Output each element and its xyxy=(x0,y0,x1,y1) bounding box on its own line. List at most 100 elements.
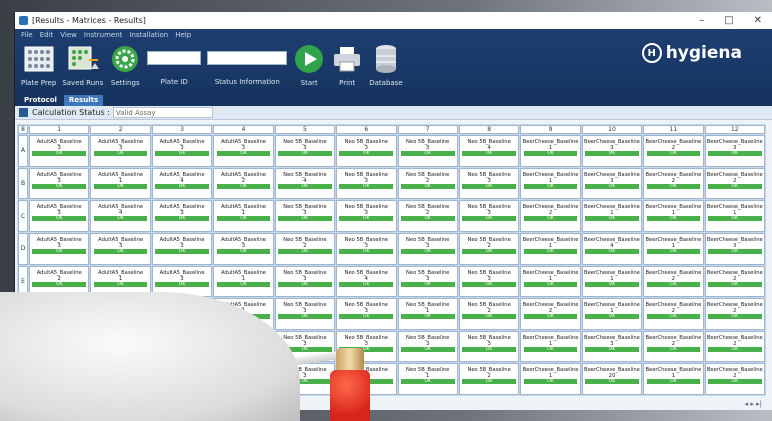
well[interactable]: BeerCheese_Baseline 2 OK xyxy=(520,298,581,330)
well[interactable]: BeerCheese_Baseline 2 OK xyxy=(704,363,765,395)
print-button[interactable]: Print xyxy=(331,43,363,87)
well[interactable]: Neo 5B_Baseline3OK xyxy=(458,167,520,200)
well[interactable]: BeerCheese_Baseline 20 OK xyxy=(581,363,643,395)
well[interactable]: BeerCheese_Baseline 1 OK xyxy=(581,265,643,298)
well[interactable]: AdultA5_Baseline1OK xyxy=(90,167,151,200)
well[interactable]: Neo 5B_Baseline3OK xyxy=(336,298,397,330)
well[interactable]: BeerCheese_Baseline 2 OK xyxy=(704,330,765,363)
tab-results[interactable]: Results xyxy=(63,95,104,106)
well[interactable]: BeerCheese_Baseline 1 OK xyxy=(520,330,581,363)
well[interactable]: Neo 5B_Baseline3OK xyxy=(458,200,520,232)
menu-help[interactable]: Help xyxy=(175,31,191,39)
menu-instrument[interactable]: Instrument xyxy=(84,31,123,39)
well[interactable]: BeerCheese_Baseline 4 OK xyxy=(581,232,643,265)
minimize-button[interactable]: – xyxy=(699,15,704,26)
well[interactable]: BeerCheese_Baseline 1 OK xyxy=(643,232,704,265)
plate-grid-icon xyxy=(23,43,55,75)
well[interactable]: AdultA5_Baseline3OK xyxy=(151,135,213,167)
tab-protocol[interactable]: Protocol xyxy=(19,95,62,106)
well[interactable]: Neo 5B_Baseline 1 OK xyxy=(397,363,458,395)
well[interactable]: AdultA5_Baseline3OK xyxy=(213,135,274,167)
well[interactable]: Neo 5B_Baseline 2 OK xyxy=(458,232,520,265)
well[interactable]: Neo 5B_Baseline 4 OK xyxy=(458,135,520,167)
well[interactable]: Neo 5B_Baseline 2 OK xyxy=(458,363,520,395)
well[interactable]: AdultA5_Baseline 4 OK xyxy=(151,167,213,200)
well[interactable]: Neo 5B_Baseline3OK xyxy=(274,298,336,330)
well[interactable]: BeerCheese_Baseline 3 OK xyxy=(704,135,765,167)
well[interactable]: BeerCheese_Baseline 1 OK xyxy=(520,232,581,265)
well[interactable]: BeerCheese_Baseline 1 OK xyxy=(581,298,643,330)
well[interactable]: BeerCheese_Baseline 2 OK xyxy=(643,265,704,298)
database-button[interactable]: Database xyxy=(369,43,403,87)
well[interactable]: BeerCheese_Baseline 3 OK xyxy=(581,135,643,167)
well[interactable]: BeerCheese_Baseline 3 OK xyxy=(704,232,765,265)
well[interactable]: AdultA5_Baseline3OK xyxy=(151,200,213,232)
well[interactable]: BeerCheese_Baseline 1 OK xyxy=(704,200,765,232)
menu-file[interactable]: File xyxy=(21,31,33,39)
well[interactable]: AdultA5_Baseline3OK xyxy=(213,232,274,265)
well[interactable]: AdultA5_Baseline 4 OK xyxy=(90,200,151,232)
menu-view[interactable]: View xyxy=(60,31,77,39)
well[interactable]: AdultA5_Baseline3OK xyxy=(90,135,151,167)
well[interactable]: Neo 5B_Baseline3OK xyxy=(336,200,397,232)
well[interactable]: Neo 5B_Baseline3OK xyxy=(397,330,458,363)
well-status-badge: OK xyxy=(462,248,516,254)
well[interactable]: BeerCheese_Baseline 2 OK xyxy=(643,298,704,330)
settings-button[interactable]: Settings xyxy=(109,43,141,87)
well[interactable]: BeerCheese_Baseline 2 OK xyxy=(520,200,581,232)
well[interactable]: Neo 5B_Baseline3OK xyxy=(336,135,397,167)
well[interactable]: Neo 5B_Baseline 2 OK xyxy=(397,200,458,232)
pager-controls[interactable]: ◂ ▸ ▸| xyxy=(745,400,762,408)
well[interactable]: BeerCheese_Baseline 2 OK xyxy=(643,135,704,167)
well[interactable]: BeerCheese_Baseline 1 OK xyxy=(520,167,581,200)
well[interactable]: Neo 5B_Baseline 2 OK xyxy=(397,167,458,200)
well[interactable]: AdultA5_Baseline3OK xyxy=(151,232,213,265)
well[interactable]: Neo 5B_Baseline3OK xyxy=(397,232,458,265)
well[interactable]: BeerCheese_Baseline 2 OK xyxy=(704,298,765,330)
well[interactable]: BeerCheese_Baseline 2 OK xyxy=(704,265,765,298)
well[interactable]: BeerCheese_Baseline 2 OK xyxy=(643,167,704,200)
well[interactable]: BeerCheese_Baseline 1 OK xyxy=(581,200,643,232)
well-status-badge: OK xyxy=(523,379,578,385)
well[interactable]: AdultA5_Baseline1OK xyxy=(213,200,274,232)
well-status-badge: OK xyxy=(707,379,762,385)
well[interactable]: Neo 5B_Baseline3OK xyxy=(397,135,458,167)
well[interactable]: AdultA5_Baseline3OK xyxy=(29,200,90,232)
well[interactable]: BeerCheese_Baseline 1 OK xyxy=(520,265,581,298)
well[interactable]: Neo 5B_Baseline3OK xyxy=(336,232,397,265)
well[interactable]: AdultA5_Baseline2OK xyxy=(213,167,274,200)
well[interactable]: BeerCheese_Baseline 2 OK xyxy=(643,330,704,363)
menu-installation[interactable]: Installation xyxy=(129,31,168,39)
well[interactable]: Neo 5B_Baseline 2 OK xyxy=(274,232,336,265)
well[interactable]: BeerCheese_Baseline 1 OK xyxy=(520,363,581,395)
well[interactable]: BeerCheese_Baseline 2 OK xyxy=(704,167,765,200)
plate-prep-button[interactable]: Plate Prep xyxy=(21,43,56,87)
close-button[interactable]: ✕ xyxy=(754,15,762,26)
well[interactable]: AdultA5_Baseline3OK xyxy=(29,167,90,200)
well[interactable]: AdultA5_Baseline3OK xyxy=(29,232,90,265)
well[interactable]: AdultA5_Baseline3OK xyxy=(29,135,90,167)
well[interactable]: Neo 5B_Baseline 4 OK xyxy=(274,167,336,200)
well[interactable]: Neo 5B_Baseline3OK xyxy=(458,265,520,298)
well[interactable]: Neo 5B_Baseline3OK xyxy=(274,265,336,298)
well[interactable]: Neo 5B_Baseline 4 OK xyxy=(336,265,397,298)
maximize-button[interactable]: □ xyxy=(724,15,733,26)
well[interactable]: BeerCheese_Baseline 1 OK xyxy=(643,363,704,395)
well[interactable]: Neo 5B_Baseline3OK xyxy=(274,200,336,232)
menu-edit[interactable]: Edit xyxy=(40,31,54,39)
well[interactable]: Neo 5B_Baseline 1 OK xyxy=(397,298,458,330)
well[interactable]: Neo 5B_Baseline3OK xyxy=(336,167,397,200)
start-button[interactable]: Start xyxy=(293,43,325,87)
well[interactable]: Neo 5B_Baseline3OK xyxy=(397,265,458,298)
well[interactable]: BeerCheese_Baseline 1 OK xyxy=(520,135,581,167)
well[interactable]: Neo 5B_Baseline 2 OK xyxy=(458,298,520,330)
plate-id-input[interactable] xyxy=(147,51,202,65)
well[interactable]: AdultA5_Baseline1OK xyxy=(213,265,274,298)
well[interactable]: BeerCheese_Baseline 1 OK xyxy=(643,200,704,232)
well[interactable]: BeerCheese_Baseline 3 OK xyxy=(581,167,643,200)
well[interactable]: Neo 5B_Baseline3OK xyxy=(274,135,336,167)
well[interactable]: Neo 5B_Baseline3OK xyxy=(458,330,520,363)
saved-runs-button[interactable]: Saved Runs xyxy=(62,43,103,87)
well[interactable]: BeerCheese_Baseline 3 OK xyxy=(581,330,643,363)
well[interactable]: AdultA5_Baseline3OK xyxy=(90,232,151,265)
